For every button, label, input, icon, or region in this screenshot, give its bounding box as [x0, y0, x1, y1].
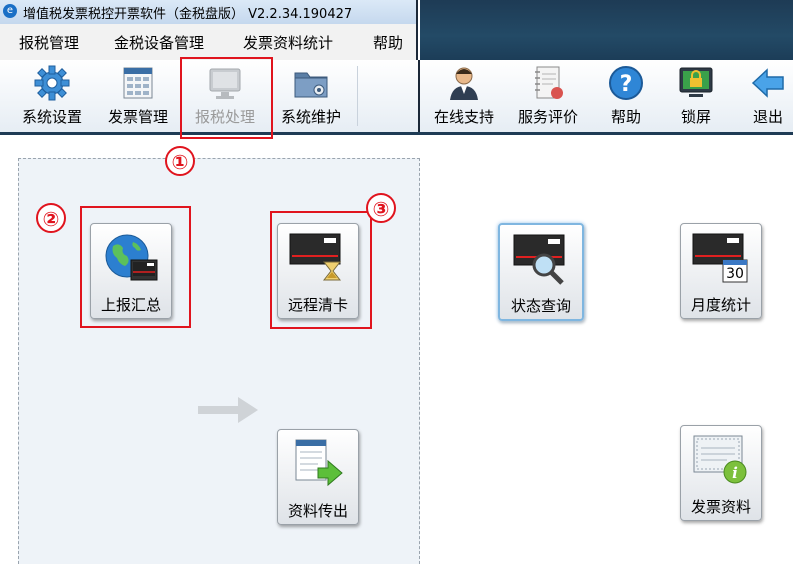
- invoice-data-label: 发票资料: [690, 498, 751, 516]
- gear-icon: [34, 65, 70, 101]
- svg-text:?: ?: [620, 72, 633, 97]
- toolbar-service-rating-label: 服务评价: [517, 108, 578, 126]
- lock-screen-icon: [679, 67, 713, 97]
- highlight-box-remote-clear: [270, 211, 372, 329]
- calendar-day-text: 30: [726, 266, 744, 282]
- app-logo-icon: e: [3, 4, 17, 18]
- folder-gear-icon: [294, 72, 328, 98]
- callout-step-3: ③: [366, 193, 396, 223]
- toolbar-invoice-management[interactable]: 发票管理: [98, 60, 178, 132]
- status-query-button[interactable]: 状态查询: [498, 223, 584, 321]
- invoice-info-icon: i: [693, 435, 747, 484]
- status-query-label: 状态查询: [510, 297, 571, 315]
- document-export-icon: [295, 439, 343, 487]
- toolbar-system-maintenance-label: 系统维护: [280, 108, 341, 126]
- toolbar-system-settings[interactable]: 系统设置: [12, 60, 92, 132]
- tax-processing-panel: 上报汇总 远程清卡 状态查询 30 月度统计 资料传出 i 发票资料: [0, 135, 793, 564]
- highlight-box-report-summary: [80, 206, 191, 328]
- invoice-grid-icon: [123, 67, 153, 99]
- right-window-header: [420, 0, 793, 60]
- toolbar-online-support[interactable]: 在线支持: [424, 60, 504, 132]
- callout-step-1: ①: [165, 146, 195, 176]
- menu-bar: 报税管理 金税设备管理 发票资料统计 帮助: [0, 24, 418, 60]
- invoice-data-button[interactable]: i 发票资料: [680, 425, 762, 521]
- data-export-button[interactable]: 资料传出: [277, 429, 359, 525]
- toolbar-lock-screen[interactable]: 锁屏: [664, 60, 728, 132]
- toolbar-system-maintenance[interactable]: 系统维护: [271, 60, 351, 132]
- notebook-icon: [535, 66, 563, 99]
- flow-arrow-icon: [198, 397, 258, 423]
- toolbar-exit-label: 退出: [752, 108, 783, 126]
- window-title: 增值税发票税控开票软件（金税盘版） V2.2.34.190427: [23, 7, 353, 22]
- monthly-statistics-button[interactable]: 30 月度统计: [680, 223, 762, 319]
- toolbar-help[interactable]: ? 帮助: [594, 60, 658, 132]
- monthly-statistics-label: 月度统计: [690, 296, 751, 314]
- toolbar-service-rating[interactable]: 服务评价: [508, 60, 588, 132]
- toolbar-invoice-management-label: 发票管理: [107, 108, 168, 126]
- title-bar: e 增值税发票税控开票软件（金税盘版） V2.2.34.190427: [0, 0, 418, 24]
- toolbar-exit[interactable]: 退出: [738, 60, 793, 132]
- toolbar-system-settings-label: 系统设置: [21, 108, 82, 126]
- exit-arrow-icon: [751, 68, 784, 98]
- toolbar-help-label: 帮助: [610, 108, 641, 126]
- menu-help[interactable]: 帮助: [373, 32, 403, 53]
- menu-device-management[interactable]: 金税设备管理: [114, 32, 204, 53]
- svg-text:i: i: [732, 464, 738, 482]
- toolbar-lock-screen-label: 锁屏: [680, 108, 711, 126]
- menu-invoice-statistics[interactable]: 发票资料统计: [243, 32, 333, 53]
- card-magnifier-icon: [513, 234, 565, 285]
- menu-tax-report[interactable]: 报税管理: [19, 32, 79, 53]
- secondary-toolbar: 在线支持 服务评价 ? 帮助 锁屏 退出: [420, 60, 793, 132]
- data-export-label: 资料传出: [287, 502, 348, 520]
- callout-step-2: ②: [36, 203, 66, 233]
- support-person-icon: [450, 67, 478, 100]
- help-icon: ?: [609, 66, 643, 100]
- highlight-box-tax-processing: [180, 57, 273, 139]
- toolbar-separator: [357, 66, 358, 126]
- toolbar-online-support-label: 在线支持: [433, 108, 494, 126]
